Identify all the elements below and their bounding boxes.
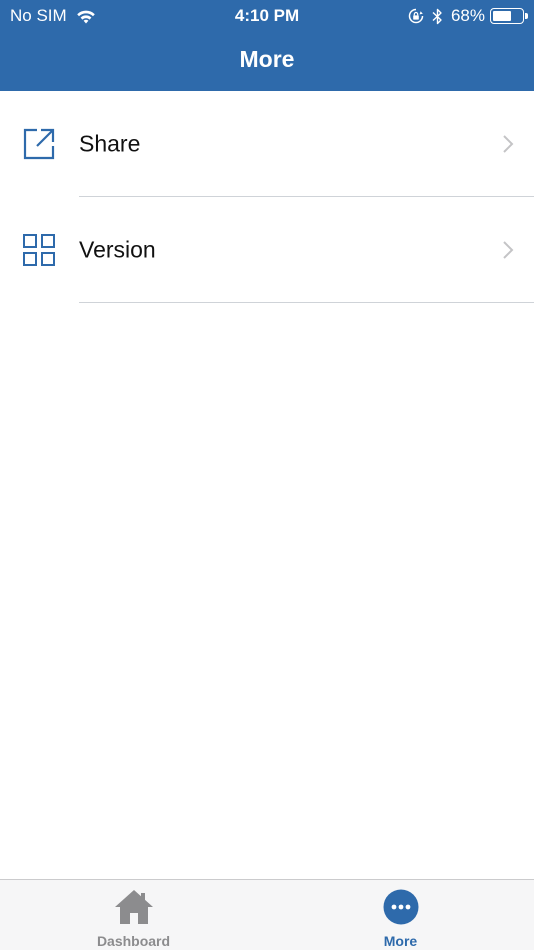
menu-item-label: Version [79,236,156,263]
tab-label: More [383,933,418,949]
chevron-right-icon [503,241,514,259]
tab-more[interactable]: More [267,880,534,950]
row-divider [79,302,534,303]
rotation-lock-icon [408,8,424,24]
bluetooth-icon [432,8,442,24]
header: No SIM 4:10 PM 68% More [0,0,534,91]
battery-percent: 68% [450,6,485,25]
tab-bar: Dashboard More [0,879,534,950]
more-dots-icon [383,889,418,925]
battery-icon [490,8,528,24]
share-external-icon [23,128,55,160]
menu-item-version[interactable]: Version [0,197,534,303]
screen: No SIM 4:10 PM 68% More Share Version Da… [0,0,534,950]
battery-tip [525,13,528,19]
status-bar: No SIM 4:10 PM 68% [0,0,534,30]
battery-fill [493,11,511,21]
chevron-right-icon [503,135,514,153]
home-icon [114,890,153,924]
menu-item-label: Share [79,130,141,157]
tab-label: Dashboard [96,933,171,949]
status-right: 68% [408,6,528,26]
tab-dashboard[interactable]: Dashboard [0,880,267,950]
menu-item-share[interactable]: Share [0,91,534,197]
page-title: More [239,46,295,72]
more-menu-list: Share Version [0,91,534,303]
grid-icon [23,234,55,266]
